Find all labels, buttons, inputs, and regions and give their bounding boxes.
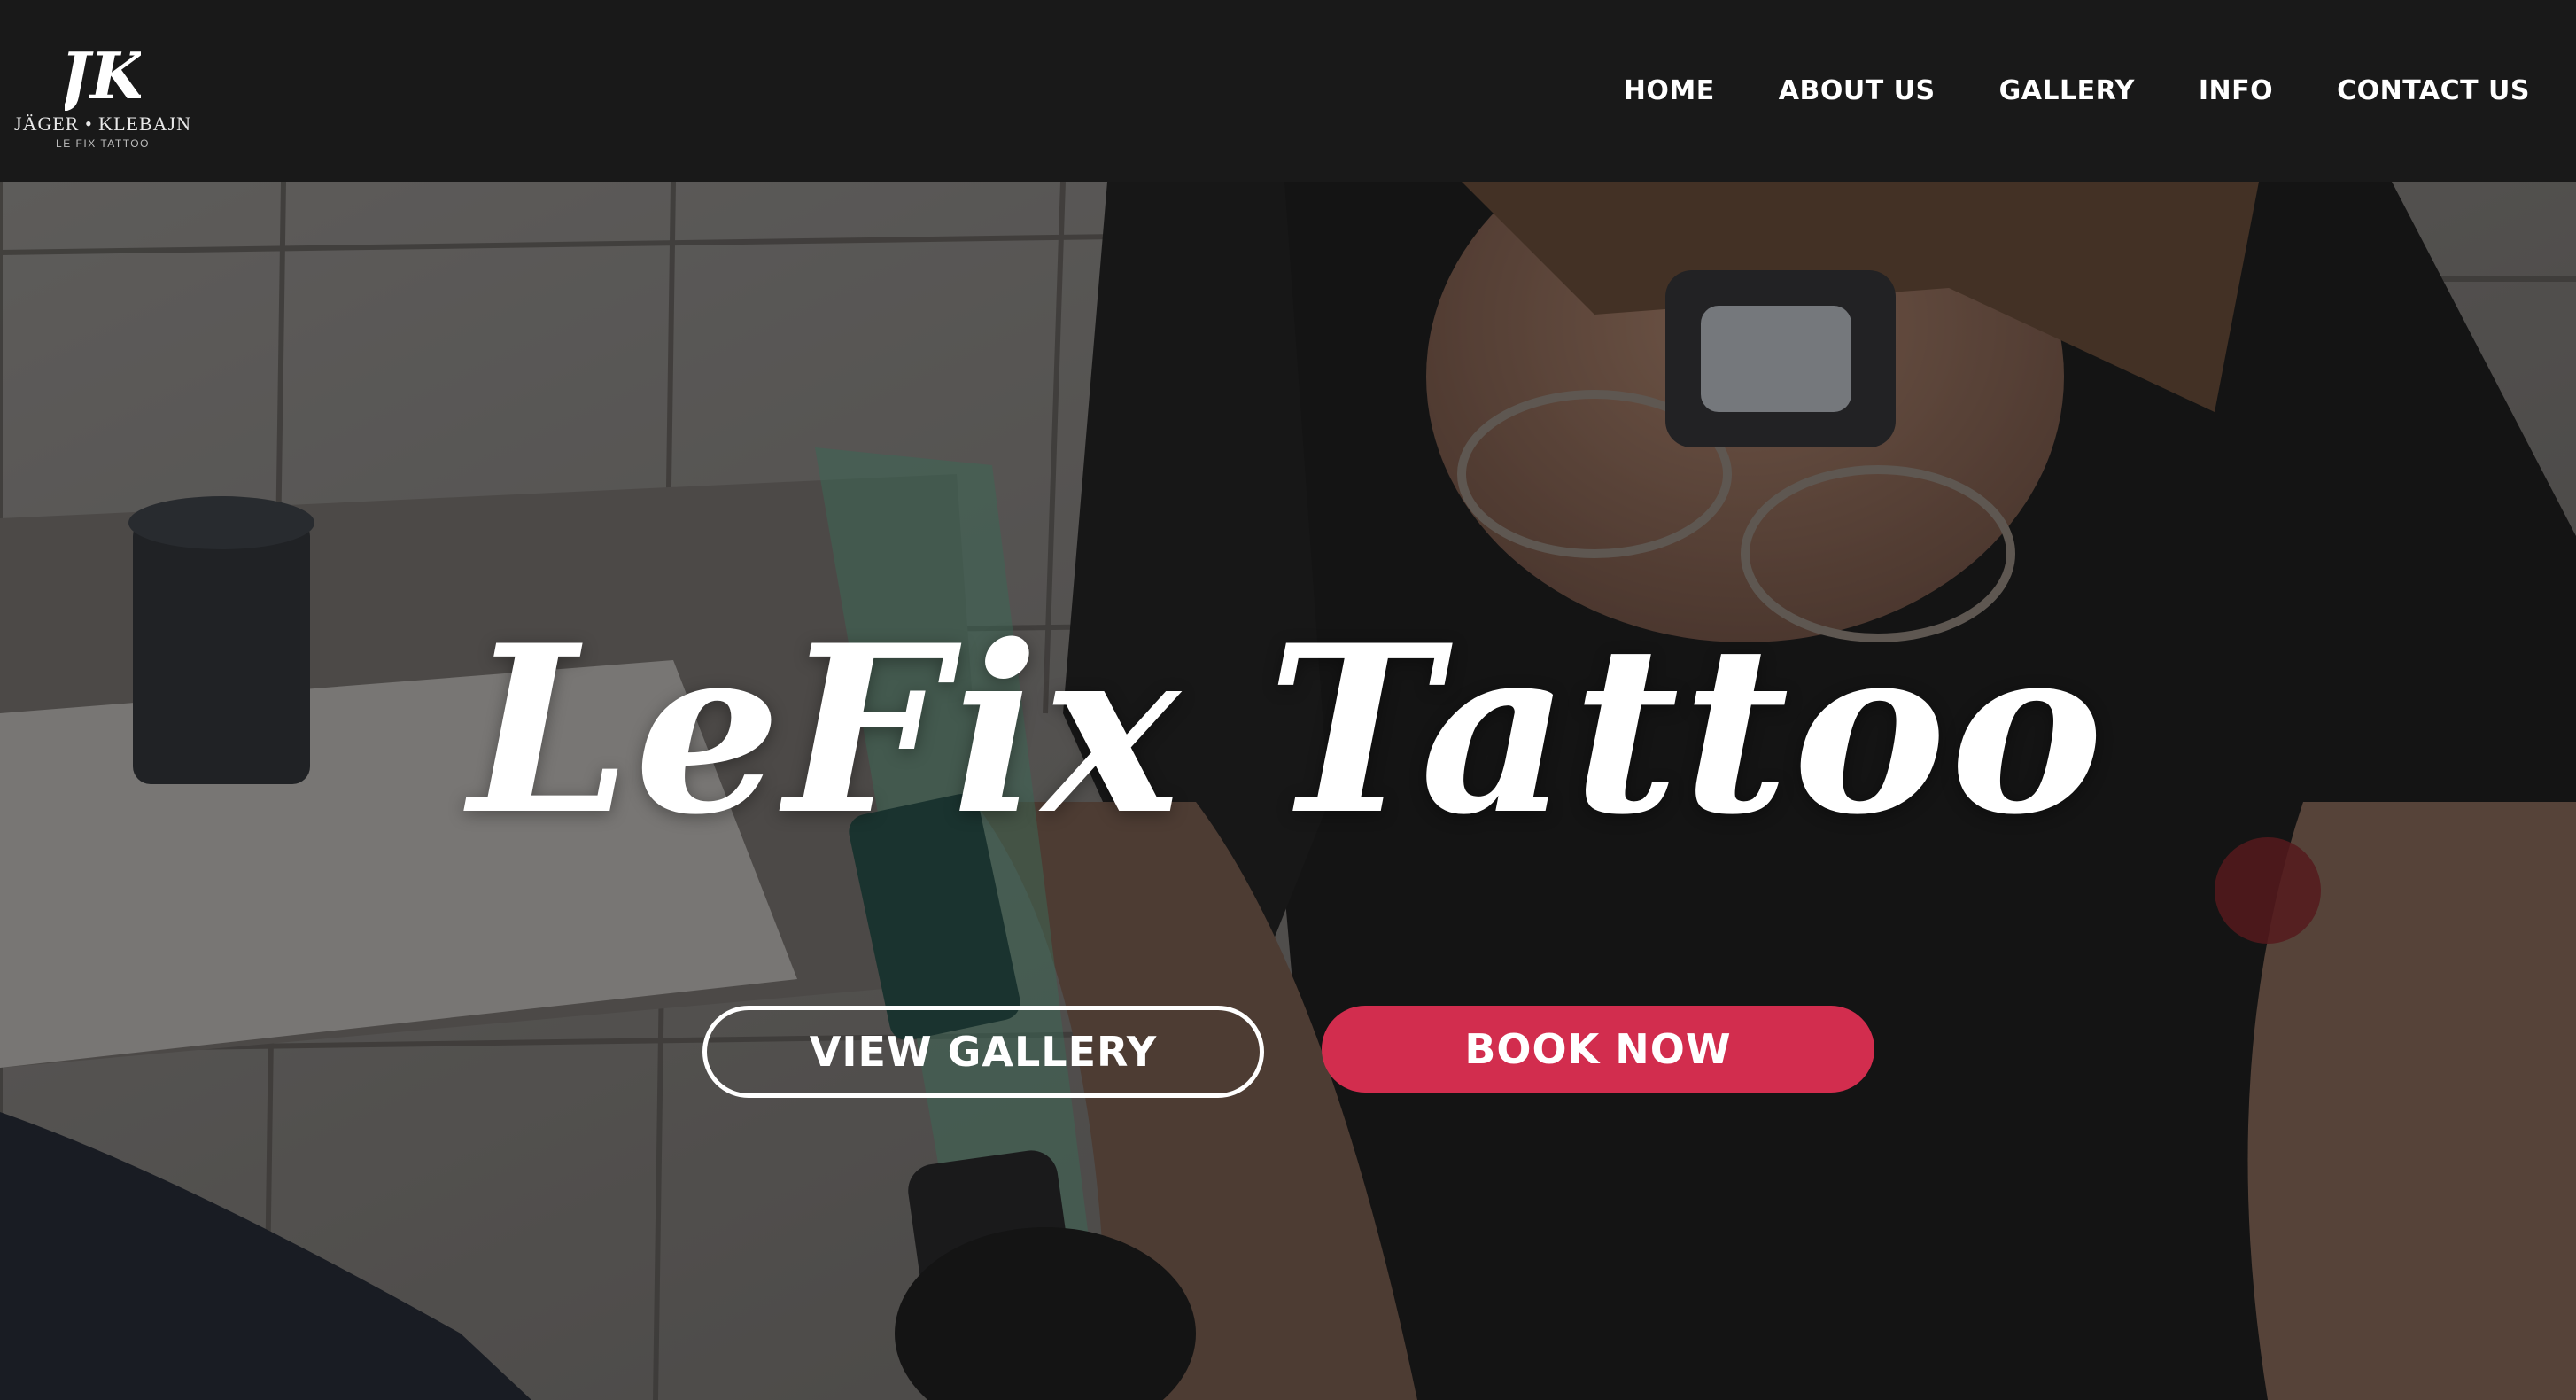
nav-info[interactable]: INFO — [2199, 75, 2273, 106]
view-gallery-button[interactable]: VIEW GALLERY — [702, 1006, 1264, 1098]
nav-contact-us[interactable]: CONTACT US — [2337, 75, 2530, 106]
site-header: JK JÄGER • KLEBAJN LE FIX TATTOO HOME AB… — [0, 0, 2576, 182]
book-now-button[interactable]: BOOK NOW — [1322, 1006, 1874, 1093]
logo-name: JÄGER • KLEBAJN — [14, 112, 191, 135]
nav-about-us[interactable]: ABOUT US — [1779, 75, 1936, 106]
logo-subtitle: LE FIX TATTOO — [56, 136, 150, 150]
site-logo[interactable]: JK JÄGER • KLEBAJN LE FIX TATTOO — [14, 33, 190, 150]
hero-title: LeFix Tattoo — [469, 595, 2107, 866]
page: JK JÄGER • KLEBAJN LE FIX TATTOO HOME AB… — [0, 0, 2576, 1400]
hero-section: LeFix Tattoo VIEW GALLERY BOOK NOW — [0, 182, 2576, 1400]
svg-text:JK: JK — [65, 38, 141, 111]
main-nav: HOME ABOUT US GALLERY INFO CONTACT US — [1624, 75, 2530, 106]
nav-gallery[interactable]: GALLERY — [1999, 75, 2135, 106]
monogram-logo-icon: JK — [65, 38, 141, 111]
nav-home[interactable]: HOME — [1624, 75, 1715, 106]
